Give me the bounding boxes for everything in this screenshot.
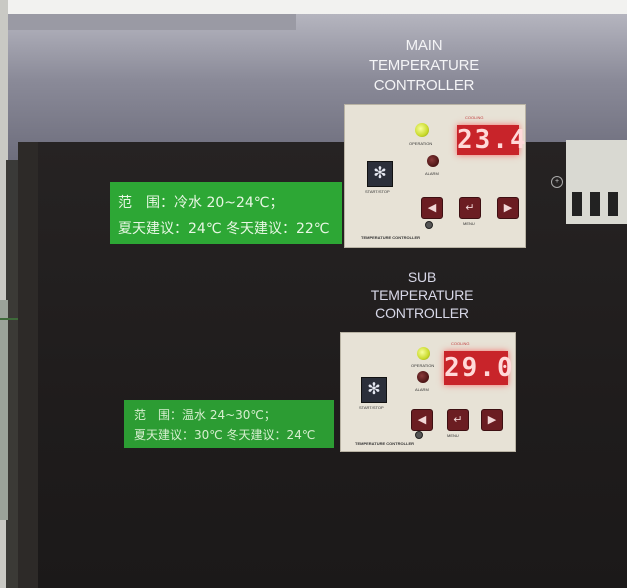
breaker-switch bbox=[590, 192, 600, 216]
label-line: CONTROLLER bbox=[375, 305, 469, 321]
sub-temperature-controller: COOLING OPERATION ALARM 29.0 ✻ START/STO… bbox=[340, 332, 516, 452]
recommendation-line: 夏天建议：30℃ 冬天建议：24℃ bbox=[134, 428, 316, 442]
photo-scene: MAIN TEMPERATURE CONTROLLER COOLING OPER… bbox=[0, 0, 627, 588]
label-line: TEMPERATURE bbox=[368, 57, 480, 74]
alarm-label: ALARM bbox=[415, 387, 429, 392]
right-arrow-button[interactable]: ▶ bbox=[497, 197, 519, 219]
enter-button[interactable]: ↵ bbox=[459, 197, 481, 219]
breaker-switch bbox=[572, 192, 582, 216]
cooling-label: COOLING bbox=[465, 115, 484, 120]
brand-label: TEMPERATURE CONTROLLER bbox=[355, 441, 415, 446]
label-line: SUB bbox=[407, 269, 437, 285]
upper-panel bbox=[6, 14, 627, 162]
cooling-label: COOLING bbox=[451, 341, 470, 346]
main-range-sign: 范 围：冷水 20~24℃； 夏天建议：24℃ 冬天建议：22℃ bbox=[110, 182, 342, 244]
cabinet-edge bbox=[18, 142, 38, 588]
menu-label: MENU bbox=[447, 433, 459, 438]
alarm-label: ALARM bbox=[425, 171, 439, 176]
screw bbox=[415, 431, 423, 439]
temperature-display: 23.4 bbox=[457, 125, 528, 155]
alarm-led bbox=[427, 155, 439, 167]
alarm-led bbox=[417, 371, 429, 383]
cabinet-hinge bbox=[8, 160, 18, 230]
start-stop-label: START/STOP bbox=[359, 405, 384, 410]
operation-label: OPERATION bbox=[411, 363, 435, 368]
operation-label: OPERATION bbox=[409, 141, 433, 146]
terminal-icon: + bbox=[551, 176, 563, 188]
snowflake-icon: ✻ bbox=[373, 165, 387, 182]
operation-led bbox=[415, 123, 429, 137]
label-line: CONTROLLER bbox=[373, 77, 475, 94]
main-temperature-controller: COOLING OPERATION ALARM 23.4 ✻ START/STO… bbox=[344, 104, 526, 248]
recommendation-line: 夏天建议：24℃ 冬天建议：22℃ bbox=[118, 221, 330, 237]
label-line: MAIN bbox=[405, 37, 443, 54]
sub-range-sign: 范 围：温水 24~30℃； 夏天建议：30℃ 冬天建议：24℃ bbox=[124, 400, 334, 448]
snowflake-icon: ✻ bbox=[367, 381, 381, 398]
main-controller-label: MAIN TEMPERATURE CONTROLLER bbox=[362, 36, 486, 96]
circuit-breakers bbox=[566, 140, 627, 224]
start-stop-button[interactable]: ✻ bbox=[367, 161, 393, 187]
right-arrow-button[interactable]: ▶ bbox=[481, 409, 503, 431]
label-line: TEMPERATURE bbox=[370, 287, 474, 303]
screw bbox=[425, 221, 433, 229]
menu-label: MENU bbox=[463, 221, 475, 226]
upper-panel-shadow bbox=[6, 14, 296, 30]
breaker-switch bbox=[608, 192, 618, 216]
operation-led bbox=[417, 347, 430, 360]
ceiling-strip bbox=[0, 0, 627, 14]
sub-controller-label: SUB TEMPERATURE CONTROLLER bbox=[360, 268, 484, 322]
start-stop-button[interactable]: ✻ bbox=[361, 377, 387, 403]
temperature-display: 29.0 bbox=[444, 351, 515, 385]
start-stop-label: START/STOP bbox=[365, 189, 390, 194]
range-line: 范 围：温水 24~30℃； bbox=[134, 408, 276, 422]
range-line: 范 围：冷水 20~24℃； bbox=[118, 195, 284, 211]
enter-button[interactable]: ↵ bbox=[447, 409, 469, 431]
brand-label: TEMPERATURE CONTROLLER bbox=[361, 235, 421, 240]
left-arrow-button[interactable]: ◀ bbox=[411, 409, 433, 431]
left-arrow-button[interactable]: ◀ bbox=[421, 197, 443, 219]
side-reflection bbox=[0, 300, 8, 520]
